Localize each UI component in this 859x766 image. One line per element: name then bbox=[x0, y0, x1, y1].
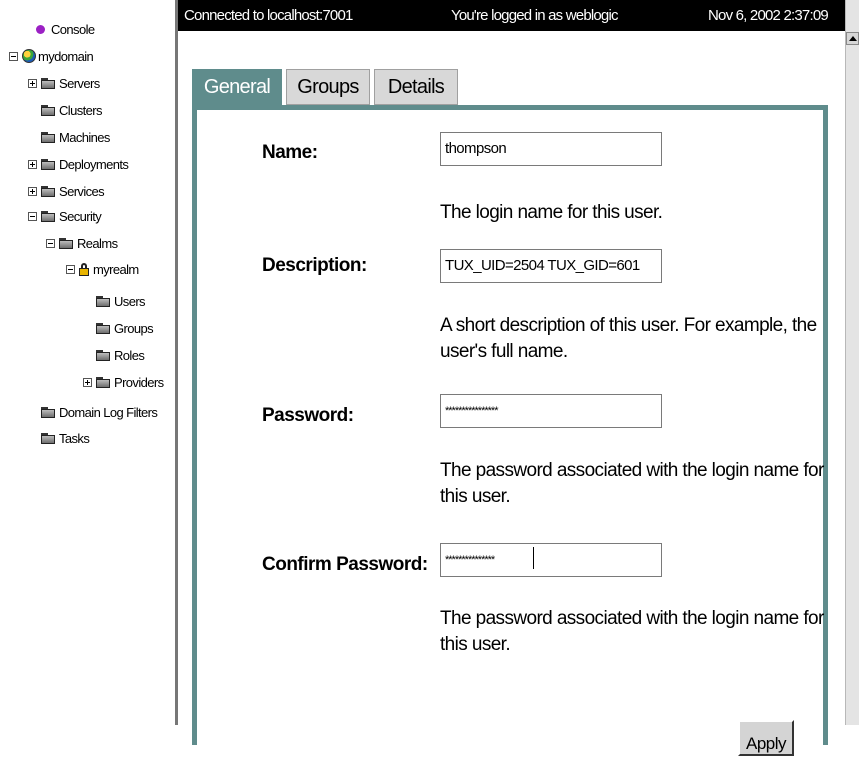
tree-item-servers[interactable]: Servers bbox=[28, 73, 100, 93]
password-label: Password: bbox=[262, 405, 354, 426]
folder-icon bbox=[96, 295, 111, 307]
connection-status: Connected to localhost:7001 bbox=[184, 7, 353, 24]
tree-item-domain-log-filters[interactable]: Domain Log Filters bbox=[41, 402, 158, 422]
tree-item-label: Roles bbox=[114, 347, 145, 363]
tree-item-services[interactable]: Services bbox=[28, 181, 105, 201]
tab-details[interactable]: Details bbox=[374, 69, 458, 105]
folder-icon bbox=[41, 104, 56, 116]
folder-icon bbox=[41, 185, 56, 197]
tree-item-realms[interactable]: Realms bbox=[46, 233, 118, 253]
tree-item-label: Servers bbox=[59, 75, 100, 91]
expand-icon[interactable] bbox=[28, 186, 37, 196]
tree-item-users[interactable]: Users bbox=[96, 291, 146, 311]
password-help: The password associated with the login n… bbox=[440, 460, 824, 507]
folder-icon bbox=[41, 432, 56, 444]
tree-item-tasks[interactable]: Tasks bbox=[41, 428, 90, 448]
tree-item-mydomain[interactable]: mydomain bbox=[9, 46, 94, 66]
tree-item-providers[interactable]: Providers bbox=[83, 372, 164, 392]
folder-icon bbox=[41, 77, 56, 89]
tree-item-label: Realms bbox=[77, 235, 118, 251]
tree-item-label: Providers bbox=[114, 374, 164, 390]
tree-item-groups[interactable]: Groups bbox=[96, 318, 154, 338]
tree-item-machines[interactable]: Machines bbox=[41, 127, 110, 147]
folder-icon bbox=[96, 376, 111, 388]
folder-icon bbox=[41, 158, 56, 170]
login-status: You're logged in as weblogic bbox=[451, 7, 619, 24]
tree-item-label: Services bbox=[59, 183, 105, 199]
tree-item-label: Domain Log Filters bbox=[59, 404, 158, 420]
confirm-password-help: The password associated with the login n… bbox=[440, 608, 824, 655]
tree-item-roles[interactable]: Roles bbox=[96, 345, 145, 365]
tree-item-label: Tasks bbox=[59, 430, 90, 446]
expand-icon[interactable] bbox=[28, 78, 37, 88]
folder-icon bbox=[96, 349, 111, 361]
vertical-scrollbar[interactable] bbox=[845, 0, 859, 725]
password-field[interactable]: **************** bbox=[440, 394, 662, 428]
tree-item-label: Groups bbox=[114, 320, 154, 336]
collapse-icon[interactable] bbox=[66, 264, 75, 274]
lock-icon bbox=[79, 262, 89, 276]
folder-icon bbox=[59, 237, 74, 249]
folder-icon bbox=[96, 322, 111, 334]
main-content: General Groups Details Name: thompson Th… bbox=[178, 31, 845, 756]
tree-item-label: Deployments bbox=[59, 156, 129, 172]
tree-item-label: Security bbox=[59, 208, 102, 224]
description-field[interactable]: TUX_UID=2504 TUX_GID=601 bbox=[440, 249, 662, 283]
domain-globe-icon bbox=[22, 49, 36, 63]
tab-general[interactable]: General bbox=[192, 69, 282, 105]
apply-button[interactable]: Apply bbox=[738, 720, 794, 756]
status-bar: Connected to localhost:7001 You're logge… bbox=[178, 0, 845, 31]
tree-item-label: Users bbox=[114, 293, 146, 309]
tree-item-security[interactable]: Security bbox=[28, 206, 102, 226]
tree-item-console[interactable]: Console bbox=[36, 19, 95, 39]
tree-item-deployments[interactable]: Deployments bbox=[28, 154, 129, 174]
tree-item-clusters[interactable]: Clusters bbox=[41, 100, 102, 120]
tab-groups[interactable]: Groups bbox=[286, 69, 370, 105]
tree-item-label: myrealm bbox=[93, 261, 139, 277]
description-help: A short description of this user. For ex… bbox=[440, 315, 817, 362]
confirm-password-label: Confirm Password: bbox=[262, 554, 428, 575]
tree-item-label: mydomain bbox=[38, 48, 94, 64]
datetime: Nov 6, 2002 2:37:09 bbox=[708, 7, 829, 24]
name-field[interactable]: thompson bbox=[440, 132, 662, 166]
confirm-password-field[interactable]: *************** bbox=[440, 543, 662, 577]
folder-icon bbox=[41, 210, 56, 222]
collapse-icon[interactable] bbox=[9, 51, 18, 61]
expand-icon[interactable] bbox=[83, 377, 92, 387]
expand-icon[interactable] bbox=[28, 159, 37, 169]
name-help: The login name for this user. bbox=[440, 202, 663, 223]
text-cursor bbox=[533, 547, 534, 569]
tree-item-label: Console bbox=[51, 21, 95, 37]
navigation-tree: Console mydomain Servers Clusters Machin… bbox=[0, 0, 175, 725]
folder-icon bbox=[41, 406, 56, 418]
tree-item-label: Clusters bbox=[59, 102, 102, 118]
collapse-icon[interactable] bbox=[28, 211, 37, 221]
collapse-icon[interactable] bbox=[46, 238, 55, 248]
scroll-up-arrow-icon[interactable] bbox=[846, 32, 859, 45]
tree-item-label: Machines bbox=[59, 129, 110, 145]
description-label: Description: bbox=[262, 255, 367, 276]
name-label: Name: bbox=[262, 142, 318, 163]
tree-item-myrealm[interactable]: myrealm bbox=[66, 259, 139, 279]
folder-icon bbox=[41, 131, 56, 143]
console-icon bbox=[36, 24, 45, 34]
